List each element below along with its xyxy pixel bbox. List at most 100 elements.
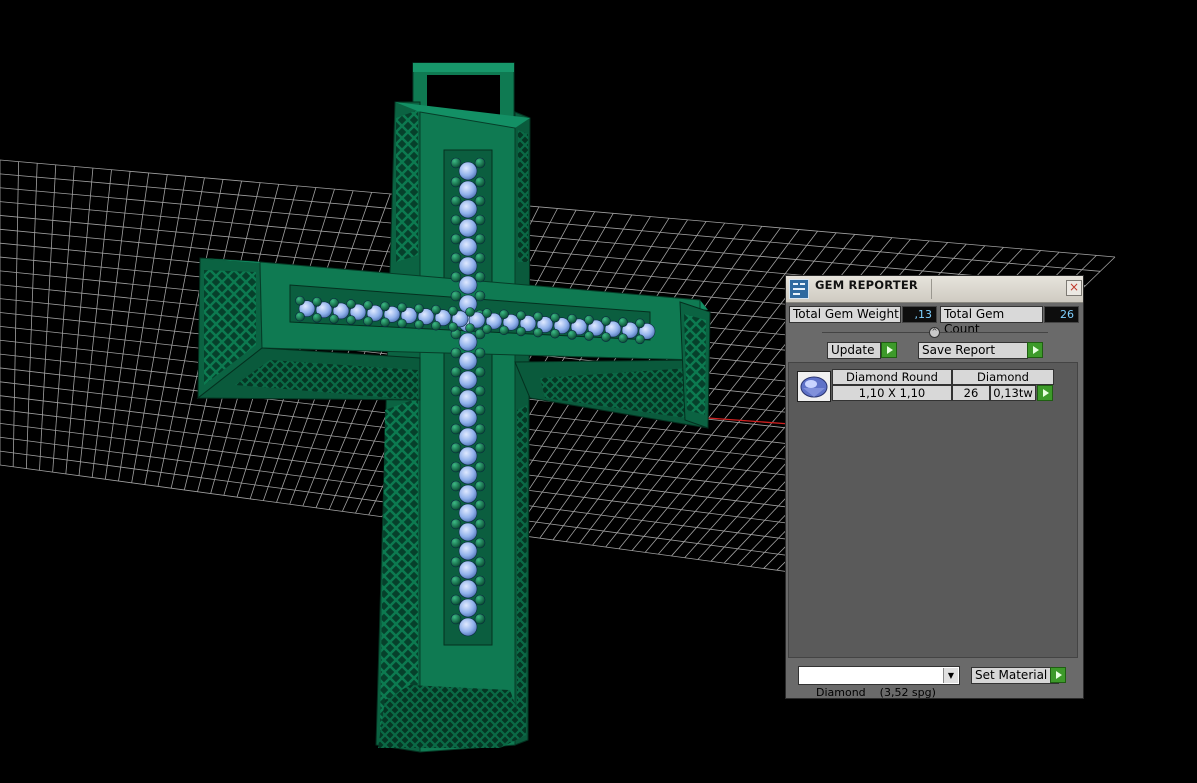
gem-stone	[458, 161, 478, 181]
prong-bead	[474, 594, 486, 606]
prong-bead	[450, 423, 462, 435]
total-gem-weight-label: Total Gem Weight	[789, 306, 901, 323]
prong-bead	[450, 385, 462, 397]
gem-stone	[458, 503, 478, 523]
set-material-button[interactable]: Set Material	[971, 667, 1059, 684]
gem-stone	[458, 180, 478, 200]
prong-bead	[482, 324, 492, 334]
prong-bead	[450, 556, 462, 568]
prong-bead	[450, 442, 462, 454]
prong-bead	[567, 313, 577, 324]
prong-bead	[618, 317, 628, 328]
cross-pendant-model[interactable]	[196, 62, 711, 753]
prong-bead	[397, 318, 407, 329]
prong-bead	[499, 325, 509, 336]
prong-bead	[474, 347, 486, 359]
titlebar-separator	[931, 279, 932, 299]
prong-bead	[474, 252, 486, 264]
gem-stone	[458, 484, 478, 504]
prong-bead	[450, 214, 462, 226]
prong-bead	[635, 318, 645, 329]
panel-titlebar[interactable]: GEM REPORTER ×	[786, 276, 1083, 303]
prong-bead	[414, 319, 424, 330]
prong-bead	[448, 322, 458, 332]
save-report-go-icon[interactable]	[1027, 342, 1043, 358]
prong-bead	[450, 195, 462, 207]
gem-stone	[458, 332, 478, 352]
prong-bead	[533, 327, 543, 338]
prong-bead	[450, 347, 462, 359]
prong-bead	[450, 518, 462, 530]
prong-bead	[474, 366, 486, 378]
prong-bead	[635, 334, 645, 345]
prong-bead	[474, 176, 486, 188]
gem-stone	[458, 256, 478, 276]
total-gem-weight-value: ,13	[902, 306, 937, 323]
prong-bead	[450, 499, 462, 511]
prong-bead	[516, 326, 526, 337]
prong-bead	[397, 302, 407, 313]
prong-bead	[450, 594, 462, 606]
prong-bead	[474, 195, 486, 207]
prong-bead	[474, 423, 486, 435]
gem-count: 26	[952, 385, 990, 401]
prong-bead	[450, 575, 462, 587]
x-axis-line	[707, 417, 791, 425]
gem-stone	[458, 218, 478, 238]
gem-list[interactable]: Diamond Round Diamond 1,10 X 1,10 26 0,1…	[788, 362, 1078, 658]
prong-bead	[474, 518, 486, 530]
gem-stone	[458, 237, 478, 257]
prong-bead	[474, 233, 486, 245]
prong-bead	[465, 323, 475, 333]
prong-bead	[450, 613, 462, 625]
gem-stone	[458, 560, 478, 580]
gem-row-go-icon[interactable]	[1037, 385, 1053, 401]
prong-bead	[601, 316, 611, 326]
prong-bead	[450, 252, 462, 264]
prong-bead	[329, 314, 339, 324]
gem-stone	[458, 408, 478, 428]
prong-bead	[474, 556, 486, 568]
material-select-value: Diamond (3,52 spg)	[816, 686, 936, 699]
close-button[interactable]: ×	[1066, 280, 1082, 296]
prong-bead	[474, 157, 486, 169]
gem-reporter-panel: GEM REPORTER × Total Gem Weight ,13 Tota…	[785, 275, 1084, 699]
prong-bead	[363, 300, 373, 311]
prong-bead	[380, 317, 390, 328]
round-diamond-icon	[797, 371, 831, 402]
prong-bead	[482, 308, 492, 318]
gem-stone	[458, 465, 478, 485]
prong-bead	[380, 301, 390, 312]
prong-bead	[474, 442, 486, 454]
update-button[interactable]: Update	[827, 342, 881, 359]
gem-stone	[458, 579, 478, 599]
total-gem-count-label: Total Gem Count	[940, 306, 1043, 336]
prong-bead	[474, 480, 486, 492]
prong-bead	[329, 298, 339, 308]
prong-bead	[346, 315, 356, 325]
chevron-down-icon[interactable]: ▼	[943, 668, 958, 683]
prong-bead	[431, 320, 441, 331]
gem-weight: 0,13tw	[990, 385, 1036, 401]
gem-material: Diamond	[952, 369, 1054, 385]
save-report-button[interactable]: Save Report	[918, 342, 1028, 359]
gem-stone	[458, 275, 478, 295]
gem-stone	[458, 598, 478, 618]
prong-bead	[450, 461, 462, 473]
prong-bead	[295, 311, 305, 322]
collapse-chevron-icon[interactable]: ^	[929, 327, 940, 338]
prong-bead	[474, 214, 486, 226]
gem-shape-name: Diamond Round	[832, 369, 952, 385]
prong-bead	[450, 404, 462, 416]
prong-bead	[474, 575, 486, 587]
gem-stone	[458, 617, 478, 637]
material-select[interactable]: Diamond (3,52 spg) ▼	[798, 666, 960, 699]
prong-bead	[550, 312, 560, 323]
prong-bead	[346, 299, 356, 309]
update-go-icon[interactable]	[881, 342, 897, 358]
prong-bead	[414, 303, 424, 314]
set-material-go-icon[interactable]	[1050, 667, 1066, 683]
prong-bead	[474, 404, 486, 416]
gem-stone	[458, 370, 478, 390]
prong-bead	[499, 309, 509, 320]
